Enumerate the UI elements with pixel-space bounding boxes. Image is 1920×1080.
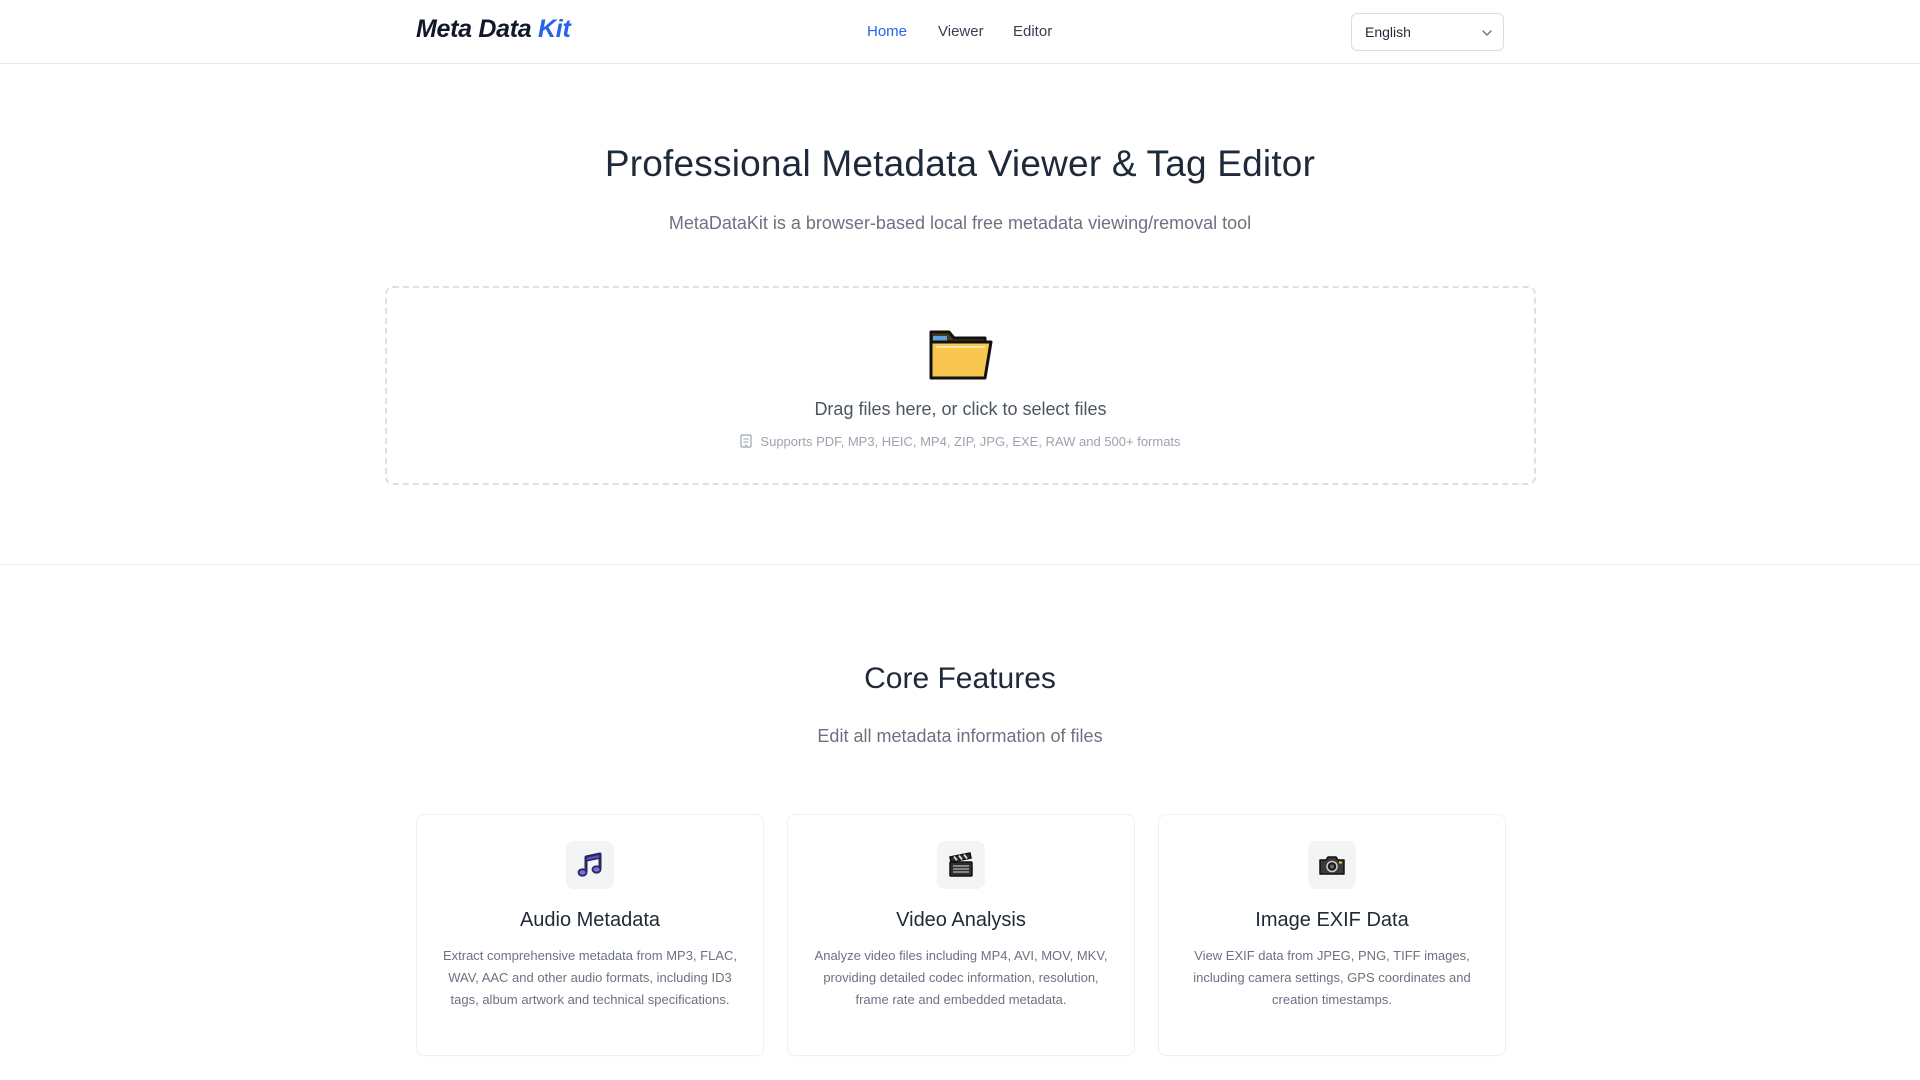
feature-card-video: Video Analysis Analyze video files inclu…	[787, 814, 1135, 1056]
language-select[interactable]: English	[1351, 13, 1504, 51]
feature-card-title: Image EXIF Data	[1255, 909, 1409, 931]
feature-icon-wrap	[937, 841, 985, 889]
nav-viewer[interactable]: Viewer	[938, 23, 984, 40]
dropzone-text: Drag files here, or click to select file…	[814, 399, 1107, 419]
features-title: Core Features	[864, 662, 1056, 695]
main-nav: Home Viewer Editor	[0, 0, 1920, 64]
features-subtitle: Edit all metadata information of files	[817, 726, 1103, 746]
chevron-down-icon	[1482, 30, 1492, 36]
camera-icon	[1319, 856, 1345, 875]
hero-subtitle: MetaDataKit is a browser-based local fre…	[668, 213, 1252, 233]
site-header: Meta Data Kit Home Viewer Editor English	[0, 0, 1920, 64]
feature-icon-wrap	[1308, 841, 1356, 889]
folder-icon	[929, 330, 993, 380]
clapperboard-icon	[949, 852, 973, 877]
feature-card-image: Image EXIF Data View EXIF data from JPEG…	[1158, 814, 1506, 1056]
nav-editor[interactable]: Editor	[1013, 23, 1052, 40]
feature-icon-wrap	[566, 841, 614, 889]
music-note-icon	[577, 852, 602, 877]
hero-title: Professional Metadata Viewer & Tag Edito…	[604, 143, 1316, 184]
language-value: English	[1365, 24, 1411, 40]
feature-card-description: Extract comprehensive metadata from MP3,…	[442, 948, 738, 1007]
document-icon	[740, 434, 753, 448]
supported-formats: Supports PDF, MP3, HEIC, MP4, ZIP, JPG, …	[387, 434, 1534, 449]
supported-formats-text: Supports PDF, MP3, HEIC, MP4, ZIP, JPG, …	[760, 434, 1181, 449]
section-divider	[0, 564, 1920, 565]
file-dropzone[interactable]: Drag files here, or click to select file…	[385, 286, 1536, 485]
feature-card-description: Analyze video files including MP4, AVI, …	[814, 948, 1108, 1007]
feature-card-title: Audio Metadata	[519, 909, 661, 931]
nav-home[interactable]: Home	[867, 23, 907, 40]
feature-card-audio: Audio Metadata Extract comprehensive met…	[416, 814, 764, 1056]
feature-card-title: Video Analysis	[896, 909, 1026, 931]
feature-card-description: View EXIF data from JPEG, PNG, TIFF imag…	[1193, 948, 1471, 1007]
